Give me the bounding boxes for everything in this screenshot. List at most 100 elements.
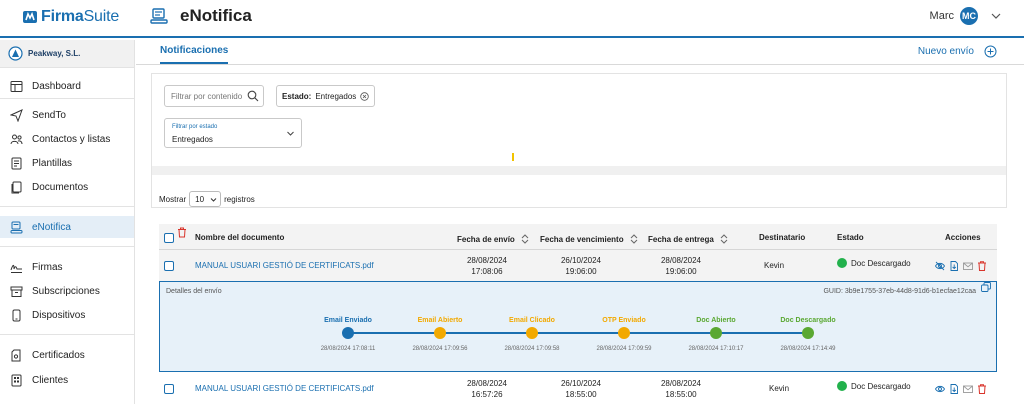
tab-bar: Notificaciones Nuevo envío xyxy=(136,40,1024,65)
sidebar-item-templates[interactable]: Plantillas xyxy=(0,152,134,174)
row-checkbox[interactable] xyxy=(164,384,174,394)
close-circle-icon[interactable] xyxy=(360,91,369,101)
page-length-value: 10 xyxy=(195,194,205,204)
page-length-control: Mostrar 10 registros xyxy=(159,191,255,207)
sent-date-cell: 28/08/2024 17:08:06 xyxy=(466,256,508,276)
timeline-step-label: Email Clicado xyxy=(509,317,555,324)
table-row[interactable]: MANUAL USUARI GESTIÓ DE CERTIFICATS.pdf … xyxy=(159,373,997,404)
timeline-line xyxy=(348,332,808,334)
subscriptions-icon xyxy=(10,286,23,297)
sidebar-divider xyxy=(0,246,134,247)
sidebar-item-clients[interactable]: Clientes xyxy=(0,369,134,391)
search-icon[interactable] xyxy=(247,90,259,102)
firmasuite-logo-icon xyxy=(23,11,37,23)
sort-icon xyxy=(521,234,529,244)
table-row[interactable]: MANUAL USUARI GESTIÓ DE CERTIFICATS.pdf … xyxy=(159,250,997,282)
sidebar-item-certificates[interactable]: Certificados xyxy=(0,344,134,366)
status-dot xyxy=(837,381,847,391)
timeline-step-dot xyxy=(710,327,722,339)
collapse-bar[interactable] xyxy=(152,166,1006,266)
user-menu[interactable]: Marc MC xyxy=(930,7,1002,25)
recipient-cell: Kevin xyxy=(764,261,785,270)
mail-icon[interactable] xyxy=(963,384,973,394)
page-length-select[interactable]: 10 xyxy=(189,191,222,207)
sidebar-item-label: Clientes xyxy=(32,374,69,386)
sidebar: Peakway, S.L. Dashboard SendTo Contactos… xyxy=(0,40,135,404)
sidebar-item-label: Subscripciones xyxy=(32,285,100,297)
timeline-step-date: 28/08/2024 17:08:11 xyxy=(320,346,376,352)
chevron-down-icon xyxy=(210,197,217,202)
download-document-icon[interactable] xyxy=(949,261,959,271)
send-icon xyxy=(10,108,23,122)
avatar[interactable]: MC xyxy=(960,7,978,25)
eye-off-icon[interactable] xyxy=(935,261,945,271)
state-select[interactable]: Filtrar por estado Entregados xyxy=(164,118,302,148)
status-badge: Doc Descargado xyxy=(837,258,911,268)
sidebar-divider xyxy=(0,206,134,207)
select-all-checkbox[interactable] xyxy=(164,233,174,243)
trash-icon[interactable] xyxy=(977,384,987,394)
copy-icon[interactable] xyxy=(981,282,991,292)
timeline-step-date: 28/08/2024 17:09:59 xyxy=(596,346,652,352)
row-actions xyxy=(935,384,987,394)
col-document-name: Nombre del documento xyxy=(195,233,285,242)
send-details-panel: Detalles del envío GUID: 3b9e1755-37eb-4… xyxy=(159,281,997,372)
state-filter-chip[interactable]: Estado: Entregados xyxy=(276,85,376,107)
sidebar-item-label: SendTo xyxy=(32,109,66,121)
brand-logo[interactable]: FirmaSuite xyxy=(22,7,119,27)
main-content: Notificaciones Nuevo envío Filtrar por c… xyxy=(136,40,1024,404)
chevron-down-icon[interactable] xyxy=(990,10,1002,22)
documents-icon xyxy=(11,181,22,193)
status-dot xyxy=(837,258,847,268)
sidebar-item-label: Documentos xyxy=(32,181,89,193)
enotifica-icon xyxy=(150,8,168,24)
search-input[interactable]: Filtrar por contenido xyxy=(164,85,264,107)
status-badge: Doc Descargado xyxy=(837,381,911,391)
mail-icon[interactable] xyxy=(963,261,973,271)
sort-icon xyxy=(630,234,637,244)
contacts-icon xyxy=(10,134,23,144)
plus-circle-icon xyxy=(984,45,997,58)
sidebar-item-label: Certificados xyxy=(32,349,85,361)
trash-icon[interactable] xyxy=(177,227,187,238)
eye-icon[interactable] xyxy=(935,384,945,394)
document-link[interactable]: MANUAL USUARI GESTIÓ DE CERTIFICATS.pdf xyxy=(195,384,374,393)
new-send-button[interactable]: Nuevo envío xyxy=(918,45,997,58)
sidebar-item-enotifica[interactable]: eNotifica xyxy=(0,216,134,238)
row-checkbox[interactable] xyxy=(164,261,174,271)
clients-icon xyxy=(11,374,22,386)
delivery-date-cell: 28/08/2024 19:06:00 xyxy=(660,256,702,276)
company-selector[interactable]: Peakway, S.L. xyxy=(0,40,134,68)
sidebar-item-contacts[interactable]: Contactos y listas xyxy=(0,128,134,150)
certificate-icon xyxy=(11,349,21,361)
chip-value: Entregados xyxy=(315,91,357,101)
col-delivery-date-label: Fecha de entrega xyxy=(648,234,714,244)
timeline-step-label: Doc Abierto xyxy=(696,317,736,324)
app-title-group: eNotifica xyxy=(150,6,252,26)
sidebar-item-sendto[interactable]: SendTo xyxy=(0,104,134,126)
sidebar-item-label: Dashboard xyxy=(32,80,81,92)
col-delivery-date[interactable]: Fecha de entrega xyxy=(648,233,729,245)
dashboard-icon xyxy=(10,80,23,92)
length-prefix: Mostrar xyxy=(159,194,187,204)
enotifica-icon xyxy=(10,221,23,233)
delivery-date-cell: 28/08/2024 18:55:00 xyxy=(660,379,702,399)
sidebar-item-dashboard[interactable]: Dashboard xyxy=(0,75,134,97)
col-due-date-label: Fecha de vencimiento xyxy=(540,234,624,244)
col-sent-date[interactable]: Fecha de envío xyxy=(457,233,530,245)
col-recipient: Destinatario xyxy=(759,233,806,242)
user-name: Marc xyxy=(929,10,954,22)
download-document-icon[interactable] xyxy=(949,384,959,394)
sidebar-item-devices[interactable]: Dispositivos xyxy=(0,304,134,326)
sidebar-item-subscriptions[interactable]: Subscripciones xyxy=(0,280,134,302)
page-title: eNotifica xyxy=(180,6,252,25)
recipient-cell: Kevin xyxy=(769,384,790,393)
timeline-step-date: 28/08/2024 17:14:49 xyxy=(780,346,836,352)
signature-icon xyxy=(10,264,22,273)
sidebar-item-documents[interactable]: Documentos xyxy=(0,176,134,198)
sidebar-item-signatures[interactable]: Firmas xyxy=(0,256,134,278)
document-link[interactable]: MANUAL USUARI GESTIÓ DE CERTIFICATS.pdf xyxy=(195,261,374,270)
col-due-date[interactable]: Fecha de vencimiento xyxy=(540,233,639,245)
trash-icon[interactable] xyxy=(977,261,987,271)
tab-notificaciones[interactable]: Notificaciones xyxy=(160,45,229,64)
